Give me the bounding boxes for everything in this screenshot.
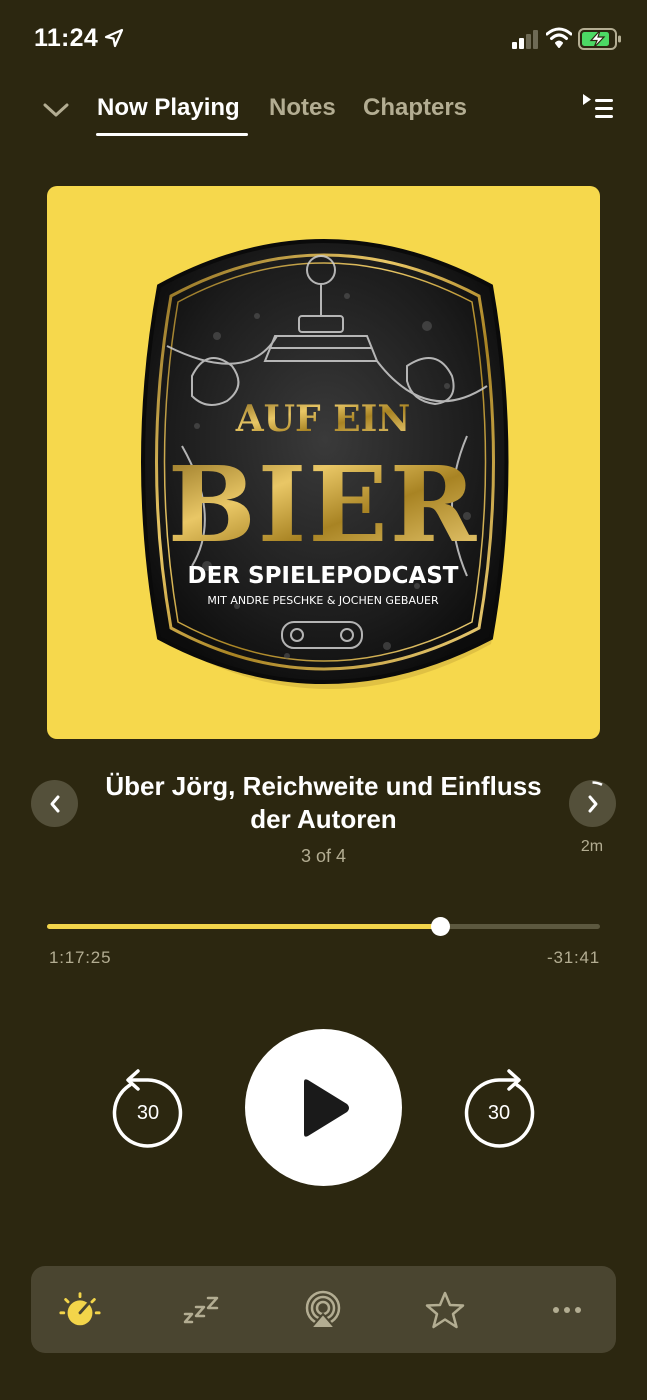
chapter-title: Über Jörg, Reichweite und Einfluss der A… [105,771,542,834]
tab-now-playing[interactable]: Now Playing [97,94,240,122]
sleep-timer-button[interactable] [179,1288,223,1332]
time-elapsed: 1:17:25 [49,948,112,967]
more-options-button[interactable] [545,1288,589,1332]
airplay-button[interactable] [301,1288,345,1332]
time-remaining: -31:41 [546,948,600,967]
tab-notes[interactable]: Notes [269,94,336,122]
next-chapter-remaining: 2m [580,838,604,855]
podcast-artwork-graphic: AUF EIN BIER DER SPIELEPODCAST MIT ANDRE… [141,239,509,689]
airplay-icon [305,1290,341,1329]
skip-back-button[interactable]: 30 [108,1066,188,1152]
tab-chapters[interactable]: Chapters [363,94,467,122]
skip-back-label: 30 [136,1102,160,1124]
wifi-icon [546,27,572,48]
skip-forward-label: 30 [487,1102,511,1124]
playback-speed-icon [59,1292,101,1326]
battery-charging-icon [578,28,621,50]
play-button[interactable] [245,1029,402,1186]
collapse-button[interactable] [40,96,72,124]
location-arrow-icon [104,28,124,48]
playback-scrubber[interactable] [47,917,600,936]
artwork-hosts: MIT ANDRE PESCHKE & JOCHEN GEBAUER [207,594,439,607]
cellular-signal-icon [512,30,538,49]
status-bar: 11:24 [0,0,647,78]
podcast-artwork: AUF EIN BIER DER SPIELEPODCAST MIT ANDRE… [47,186,600,739]
chapter-count: 3 of 4 [300,846,347,866]
playback-progress-fill [47,924,440,929]
scrubber-knob[interactable] [430,917,450,936]
chevron-left-icon [50,795,59,812]
favorite-button[interactable] [423,1288,467,1332]
up-next-queue-icon[interactable] [580,92,616,124]
artwork-subtitle: DER SPIELEPODCAST [187,563,458,589]
previous-chapter-button[interactable] [31,780,78,827]
artwork-title-line1: AUF EIN [235,398,411,440]
chevron-down-icon [43,103,69,117]
artwork-title-line2: BIER [168,443,478,566]
active-tab-indicator [96,133,248,136]
status-time: 11:24 [34,24,99,52]
star-icon [425,1291,465,1329]
playback-speed-button[interactable] [58,1288,102,1332]
next-chapter-button[interactable] [569,780,616,827]
sleep-timer-icon [183,1296,219,1324]
play-icon [303,1078,349,1137]
chapter-progress-ring [592,781,603,786]
skip-forward-button[interactable]: 30 [459,1066,539,1152]
player-toolbar [31,1266,616,1353]
more-icon [553,1307,581,1313]
